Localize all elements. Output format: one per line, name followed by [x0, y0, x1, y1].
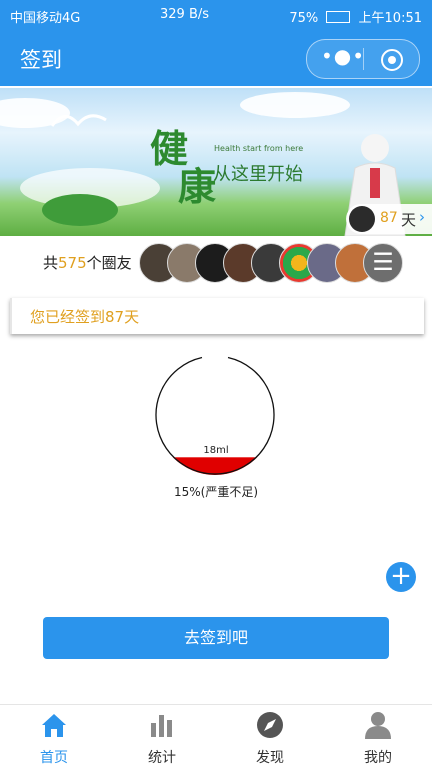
members-count-label: 共575个圈友	[43, 252, 132, 273]
checkin-status-card: 您已经签到87天	[10, 298, 424, 334]
clock-label: 上午10:51	[358, 11, 422, 26]
page-title: 签到	[20, 48, 62, 72]
more-dots-icon[interactable]: •●•	[321, 46, 364, 68]
tab-home-label: 首页	[40, 750, 68, 766]
gauge-percent-text: 15%(严重不足)	[173, 485, 259, 499]
tab-mine-label: 我的	[364, 750, 392, 766]
brand-char-2: 康	[178, 164, 217, 209]
compass-icon	[257, 712, 283, 738]
user-icon	[365, 712, 391, 739]
home-icon	[42, 714, 66, 737]
tab-mine[interactable]: 我的	[324, 711, 432, 767]
gauge-fill	[156, 457, 274, 475]
mini-program-capsule: •●•	[306, 39, 420, 79]
leaf-decoration	[42, 194, 118, 226]
days-value: 87	[380, 210, 398, 226]
tagline-en: Health start from here	[214, 144, 304, 153]
tab-stats[interactable]: 统计	[108, 711, 216, 767]
checkin-status-text: 您已经签到87天	[30, 308, 140, 326]
tagline-cn: 从这里开始	[213, 164, 303, 185]
bird-icon	[50, 114, 107, 127]
avatar	[349, 206, 375, 232]
status-bar: 中国移动4G 329 B/s 75% 上午10:51	[0, 0, 432, 30]
sign-in-button[interactable]: 去签到吧	[43, 617, 389, 659]
chevron-right-icon: ›	[419, 208, 425, 226]
days-unit: 天	[401, 211, 417, 229]
capsule-divider	[363, 48, 364, 70]
tab-discover-label: 发现	[256, 750, 284, 766]
target-circle-icon[interactable]	[381, 49, 403, 71]
status-right: 75% 上午10:51	[289, 7, 422, 26]
add-button[interactable]: +	[386, 562, 416, 592]
battery-icon	[326, 11, 351, 23]
battery-label: 75%	[289, 11, 319, 26]
menu-icon[interactable]: ☰	[363, 243, 403, 283]
members-row: 共575个圈友 ☰	[0, 238, 432, 290]
cloud-shape	[240, 92, 350, 118]
days-badge[interactable]: 87 天 ›	[346, 204, 432, 234]
members-prefix: 共	[43, 254, 59, 272]
banner-image: 健 康 Health start from here 从这里开始 87 天 ›	[0, 88, 432, 236]
gauge-outline	[155, 356, 275, 475]
members-count: 575	[58, 254, 87, 272]
tab-home[interactable]: 首页	[0, 711, 108, 767]
tab-discover[interactable]: 发现	[216, 711, 324, 767]
water-gauge	[155, 356, 275, 475]
bottom-tab-bar: 首页 统计 发现 我的	[0, 704, 432, 769]
bar-chart-icon	[151, 715, 172, 737]
carrier-label: 中国移动4G	[10, 11, 81, 26]
members-suffix: 个圈友	[86, 254, 132, 272]
tab-stats-label: 统计	[148, 750, 176, 766]
app-header: 签到 •●•	[0, 30, 432, 86]
net-speed-label: 329 B/s	[160, 7, 210, 22]
gauge-volume-label: 18ml	[203, 445, 229, 456]
